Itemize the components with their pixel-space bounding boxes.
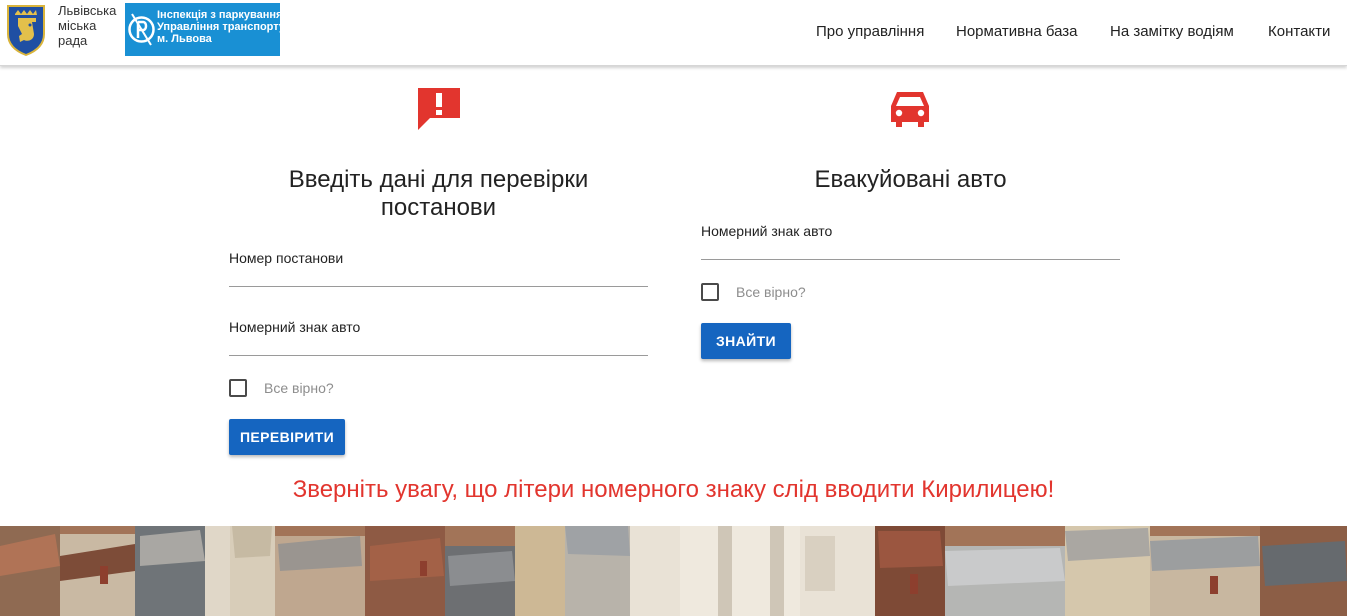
towed-confirm-label[interactable]: Все вірно? xyxy=(736,284,806,300)
check-form-title-line: Введіть дані для перевірки xyxy=(288,166,589,193)
resolution-number-field: Номер постанови xyxy=(229,249,648,287)
check-submit-button[interactable]: ПЕРЕВІРИТИ xyxy=(229,419,345,455)
check-plate-input[interactable] xyxy=(229,342,648,356)
check-form-title-line: постанови xyxy=(380,194,497,221)
towed-plate-field: Номерний знак авто xyxy=(701,222,1120,260)
towed-confirm-row: Все вірно? xyxy=(701,283,901,303)
logo-text-line: Інспекція з паркування xyxy=(157,9,283,21)
parking-inspection-logo-text: Інспекція з паркування Управління трансп… xyxy=(157,9,286,45)
car-icon xyxy=(891,92,929,127)
nav-about[interactable]: Про управління xyxy=(816,23,924,40)
cyrillic-notice: Зверніть увагу, що літери номерного знак… xyxy=(292,476,1055,503)
council-name-line: міська xyxy=(58,18,97,33)
lviv-coat-of-arms-icon[interactable] xyxy=(6,4,46,56)
nav-contacts[interactable]: Контакти xyxy=(1268,23,1330,40)
parking-badge-icon xyxy=(128,13,155,46)
nav-drivers-notes[interactable]: На замітку водіям xyxy=(1110,23,1234,40)
site-header: Львівська міська рада Інспекція з паркув… xyxy=(0,0,1347,66)
towed-plate-input[interactable] xyxy=(701,246,1120,260)
check-plate-field: Номерний знак авто xyxy=(229,318,648,356)
logo-text-line: Управління транспорту xyxy=(157,21,286,33)
towed-form-title: Евакуйовані авто xyxy=(814,166,1007,193)
check-form-title: Введіть дані для перевірки постанови xyxy=(229,166,648,222)
check-plate-label: Номерний знак авто xyxy=(229,319,361,335)
alert-speech-icon xyxy=(418,88,460,130)
towed-submit-button[interactable]: ЗНАЙТИ xyxy=(701,323,791,359)
check-confirm-row: Все вірно? xyxy=(229,379,429,399)
city-council-name[interactable]: Львівська міська рада xyxy=(58,3,122,48)
city-rooftops-image xyxy=(0,526,1347,616)
resolution-number-label: Номер постанови xyxy=(229,250,344,266)
check-confirm-label[interactable]: Все вірно? xyxy=(264,380,334,396)
council-name-line: рада xyxy=(58,33,88,48)
towed-plate-label: Номерний знак авто xyxy=(701,223,833,239)
resolution-number-input[interactable] xyxy=(229,273,648,287)
towed-confirm-checkbox[interactable] xyxy=(701,283,719,301)
nav-regulations[interactable]: Нормативна база xyxy=(956,23,1078,40)
council-name-line: Львівська xyxy=(58,3,117,18)
parking-inspection-logo[interactable]: Інспекція з паркування Управління трансп… xyxy=(125,3,286,56)
check-confirm-checkbox[interactable] xyxy=(229,379,247,397)
logo-text-line: м. Львова xyxy=(157,33,212,45)
